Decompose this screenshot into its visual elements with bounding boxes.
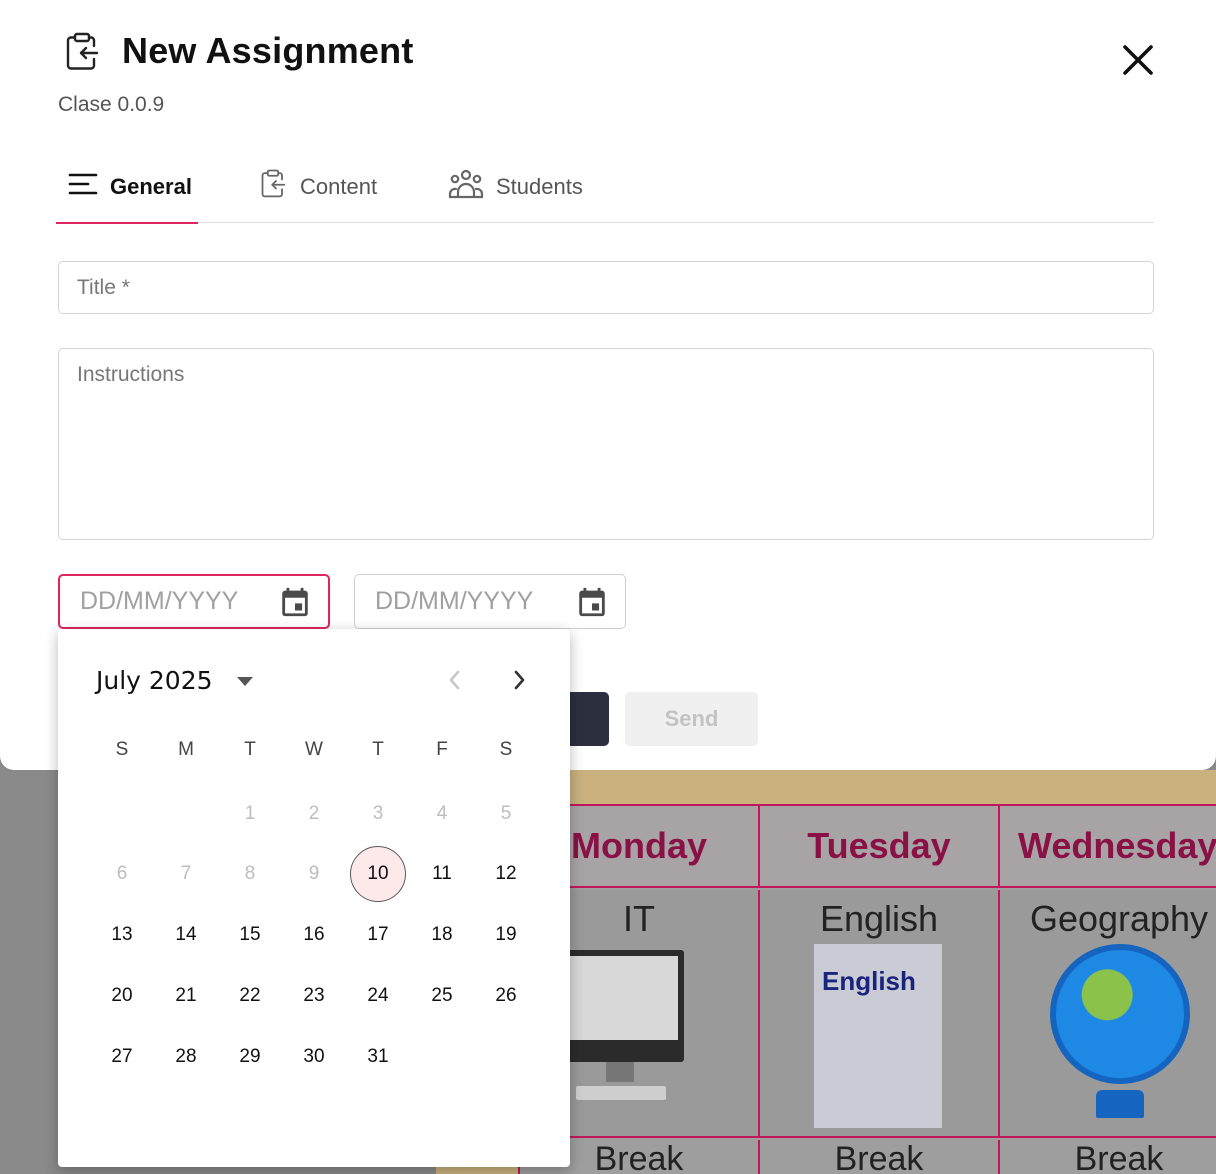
- book-title: English: [822, 966, 916, 996]
- calendar-day: 7: [180, 863, 192, 884]
- calendar-day[interactable]: 22: [222, 968, 278, 1024]
- instructions-field: [58, 348, 1154, 540]
- instructions-input[interactable]: [59, 349, 1153, 539]
- tab-general[interactable]: General: [56, 150, 198, 224]
- timetable-cell-geography: Geography: [1000, 890, 1216, 1138]
- calendar-day[interactable]: 20: [94, 968, 150, 1024]
- calendar-day: 9: [308, 863, 320, 884]
- modal-subtitle: Clase 0.0.9: [58, 93, 165, 116]
- users-group-icon: [448, 169, 484, 205]
- end-date-input[interactable]: [375, 587, 565, 616]
- calendar-day[interactable]: 25: [414, 968, 470, 1024]
- chevron-left-icon[interactable]: [440, 665, 470, 695]
- calendar-day: 4: [436, 803, 448, 824]
- menu-lines-icon: [68, 172, 98, 202]
- chevron-right-icon[interactable]: [504, 665, 534, 695]
- weekday-header: M: [178, 739, 194, 760]
- timetable: Monday Tuesday Wednesday IT English Engl…: [518, 804, 1216, 1174]
- tab-label: Students: [496, 173, 583, 199]
- tab-bar: General Content Students: [56, 150, 1154, 224]
- date-picker-popup: July 2025 SMTWTFS 1 2 3 4 5 6 7 8 9 10 11 12 13 14 15 1…: [58, 629, 570, 1167]
- weekday-header: F: [436, 739, 448, 760]
- calendar-day[interactable]: 17: [350, 907, 406, 963]
- title-input[interactable]: [59, 262, 1153, 313]
- weekday-header: S: [115, 739, 129, 760]
- close-icon[interactable]: [1116, 38, 1160, 82]
- calendar-day: 3: [372, 803, 384, 824]
- calendar-day: 1: [244, 803, 256, 824]
- clipboard-return-icon: [258, 167, 288, 207]
- calendar-day[interactable]: 12: [478, 846, 534, 902]
- start-date-field: [58, 574, 330, 629]
- calendar-day[interactable]: 26: [478, 968, 534, 1024]
- weekday-header: W: [305, 739, 323, 760]
- calendar-day-today[interactable]: 10: [350, 846, 406, 902]
- calendar-day[interactable]: 18: [414, 907, 470, 963]
- send-button[interactable]: Send: [625, 692, 758, 746]
- month-year-label[interactable]: July 2025: [96, 666, 213, 695]
- calendar-day[interactable]: 13: [94, 907, 150, 963]
- weekday-header: T: [372, 739, 384, 760]
- tab-content[interactable]: Content: [258, 150, 377, 223]
- book-image: English: [814, 944, 942, 1128]
- subject-label: English: [819, 898, 939, 939]
- timetable-day-wednesday: Wednesday: [1000, 806, 1216, 888]
- calendar-day: 5: [500, 803, 512, 824]
- calendar-day[interactable]: 29: [222, 1029, 278, 1085]
- break-label: Break: [1000, 1140, 1216, 1174]
- end-date-field: [354, 574, 626, 629]
- subject-label: Geography: [1029, 898, 1209, 939]
- weekday-header: S: [499, 739, 513, 760]
- calendar-day[interactable]: 11: [414, 846, 470, 902]
- calendar-day: 6: [116, 863, 128, 884]
- calendar-icon[interactable]: [278, 585, 312, 619]
- calendar-day[interactable]: 31: [350, 1029, 406, 1085]
- computer-image: [556, 950, 684, 1062]
- timetable-day-tuesday: Tuesday: [760, 806, 1000, 888]
- calendar-day[interactable]: 19: [478, 907, 534, 963]
- timetable-cell-english: English English: [760, 890, 1000, 1138]
- title-field: [58, 261, 1154, 314]
- weekday-header: T: [244, 739, 256, 760]
- clipboard-return-icon: [62, 32, 102, 72]
- calendar-day[interactable]: 14: [158, 907, 214, 963]
- calendar-day: 8: [244, 863, 256, 884]
- modal-title: New Assignment: [122, 30, 414, 71]
- keyboard-image: [576, 1086, 666, 1100]
- tab-label: General: [110, 173, 192, 199]
- tab-label: Content: [300, 173, 378, 199]
- calendar-day[interactable]: 21: [158, 968, 214, 1024]
- calendar-day[interactable]: 28: [158, 1029, 214, 1085]
- calendar-day[interactable]: 27: [94, 1029, 150, 1085]
- active-tab-indicator: [56, 222, 198, 224]
- calendar-day[interactable]: 16: [286, 907, 342, 963]
- globe-image: [1050, 944, 1190, 1084]
- calendar-day[interactable]: 24: [350, 968, 406, 1024]
- calendar-day[interactable]: 23: [286, 968, 342, 1024]
- tab-students[interactable]: Students: [448, 150, 583, 223]
- break-label: Break: [760, 1140, 1000, 1174]
- calendar-icon[interactable]: [575, 585, 609, 619]
- caret-down-icon[interactable]: [234, 673, 256, 689]
- calendar-day: 2: [308, 803, 320, 824]
- calendar-day[interactable]: 15: [222, 907, 278, 963]
- calendar-day[interactable]: 30: [286, 1029, 342, 1085]
- start-date-input[interactable]: [80, 587, 270, 616]
